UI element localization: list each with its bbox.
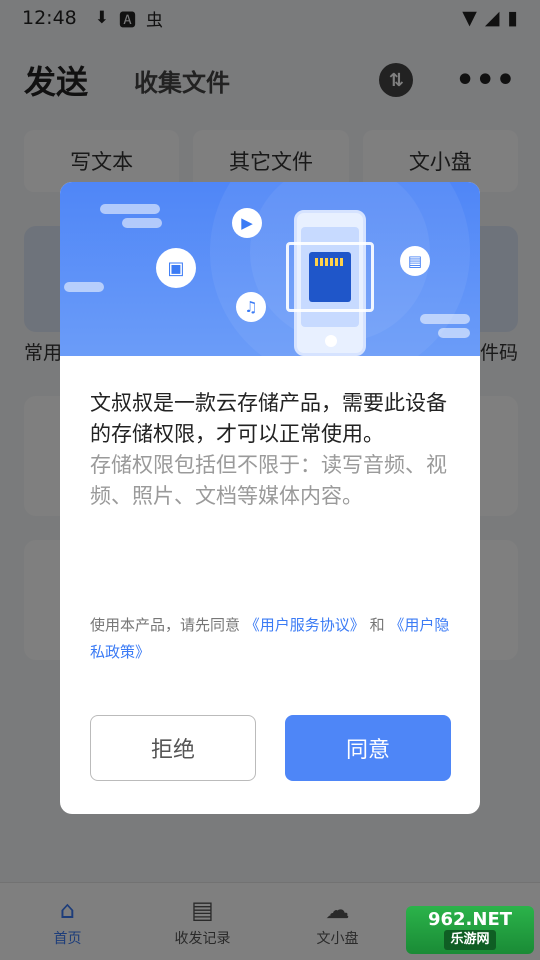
document-icon: ▤	[400, 246, 430, 276]
site-watermark-logo: 962.NET 乐游网	[406, 906, 534, 954]
storage-permission-dialog: ▶ ▣ ♫ ▤ 文叔叔是一款云存储产品，需要此设备的存储权限，才可以正常使用。 …	[60, 182, 480, 814]
agreement-line: 使用本产品，请先同意 《用户服务协议》 和 《用户隐私政策》	[90, 612, 458, 666]
music-icon: ♫	[236, 292, 266, 322]
agreement-prefix: 使用本产品，请先同意	[90, 616, 245, 634]
user-agreement-link[interactable]: 《用户服务协议》	[245, 616, 365, 634]
dialog-body: 文叔叔是一款云存储产品，需要此设备的存储权限，才可以正常使用。 存储权限包括但不…	[90, 388, 450, 512]
agree-button[interactable]: 同意	[285, 715, 451, 781]
dialog-permission-detail: 存储权限包括但不限于：读写音频、视频、照片、文档等媒体内容。	[90, 453, 447, 508]
dialog-message: 文叔叔是一款云存储产品，需要此设备的存储权限，才可以正常使用。	[90, 391, 447, 446]
watermark-line1: 962.NET	[427, 909, 513, 930]
video-icon: ▶	[232, 208, 262, 238]
sd-card-icon	[309, 252, 351, 302]
image-icon: ▣	[156, 248, 196, 288]
dialog-illustration: ▶ ▣ ♫ ▤	[60, 182, 480, 356]
reject-button[interactable]: 拒绝	[90, 715, 256, 781]
agreement-and: 和	[364, 616, 390, 634]
watermark-line2: 乐游网	[444, 930, 496, 950]
